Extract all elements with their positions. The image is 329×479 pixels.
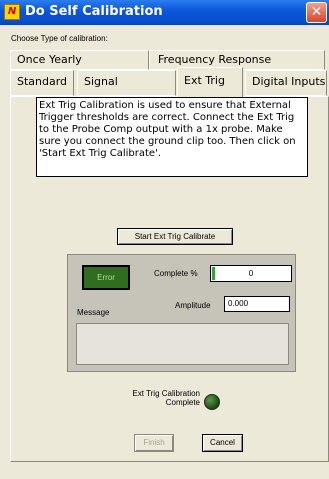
title-bar: N Do Self Calibration ✕ bbox=[0, 0, 329, 25]
calibration-complete-label: Ext Trig Calibration Complete bbox=[132, 389, 200, 407]
status-group: Error Complete % 0 Amplitude 0.000 Messa… bbox=[67, 254, 296, 372]
amplitude-field[interactable]: 0.000 bbox=[224, 296, 290, 312]
cancel-button[interactable]: Cancel bbox=[202, 434, 243, 452]
tab-digital-inputs[interactable]: Digital Inputs bbox=[245, 70, 327, 96]
complete-progress-indicator: 0 bbox=[210, 265, 292, 282]
amplitude-label: Amplitude bbox=[175, 301, 211, 310]
tab-signal-generator[interactable]: Signal Generator bbox=[77, 70, 176, 110]
error-indicator: Error bbox=[82, 265, 130, 290]
tab-standard[interactable]: Standard bbox=[10, 70, 74, 96]
tab-once-yearly[interactable]: Once Yearly bbox=[10, 50, 149, 70]
message-label: Message bbox=[77, 308, 110, 317]
complete-percent-value: 0 bbox=[248, 269, 254, 278]
finish-button[interactable]: Finish bbox=[134, 434, 174, 452]
close-button[interactable]: ✕ bbox=[306, 2, 327, 23]
message-box bbox=[76, 323, 289, 365]
app-icon: N bbox=[4, 4, 20, 20]
choose-type-label: Choose Type of calibration: bbox=[11, 34, 108, 43]
description-text: Ext Trig Calibration is used to ensure t… bbox=[36, 97, 308, 177]
tab-ext-trig[interactable]: Ext Trig bbox=[177, 67, 243, 98]
window-title: Do Self Calibration bbox=[25, 4, 163, 19]
complete-percent-label: Complete % bbox=[154, 269, 198, 278]
start-ext-trig-calibrate-button[interactable]: Start Ext Trig Calibrate bbox=[117, 228, 233, 245]
calibration-complete-led bbox=[204, 394, 220, 410]
